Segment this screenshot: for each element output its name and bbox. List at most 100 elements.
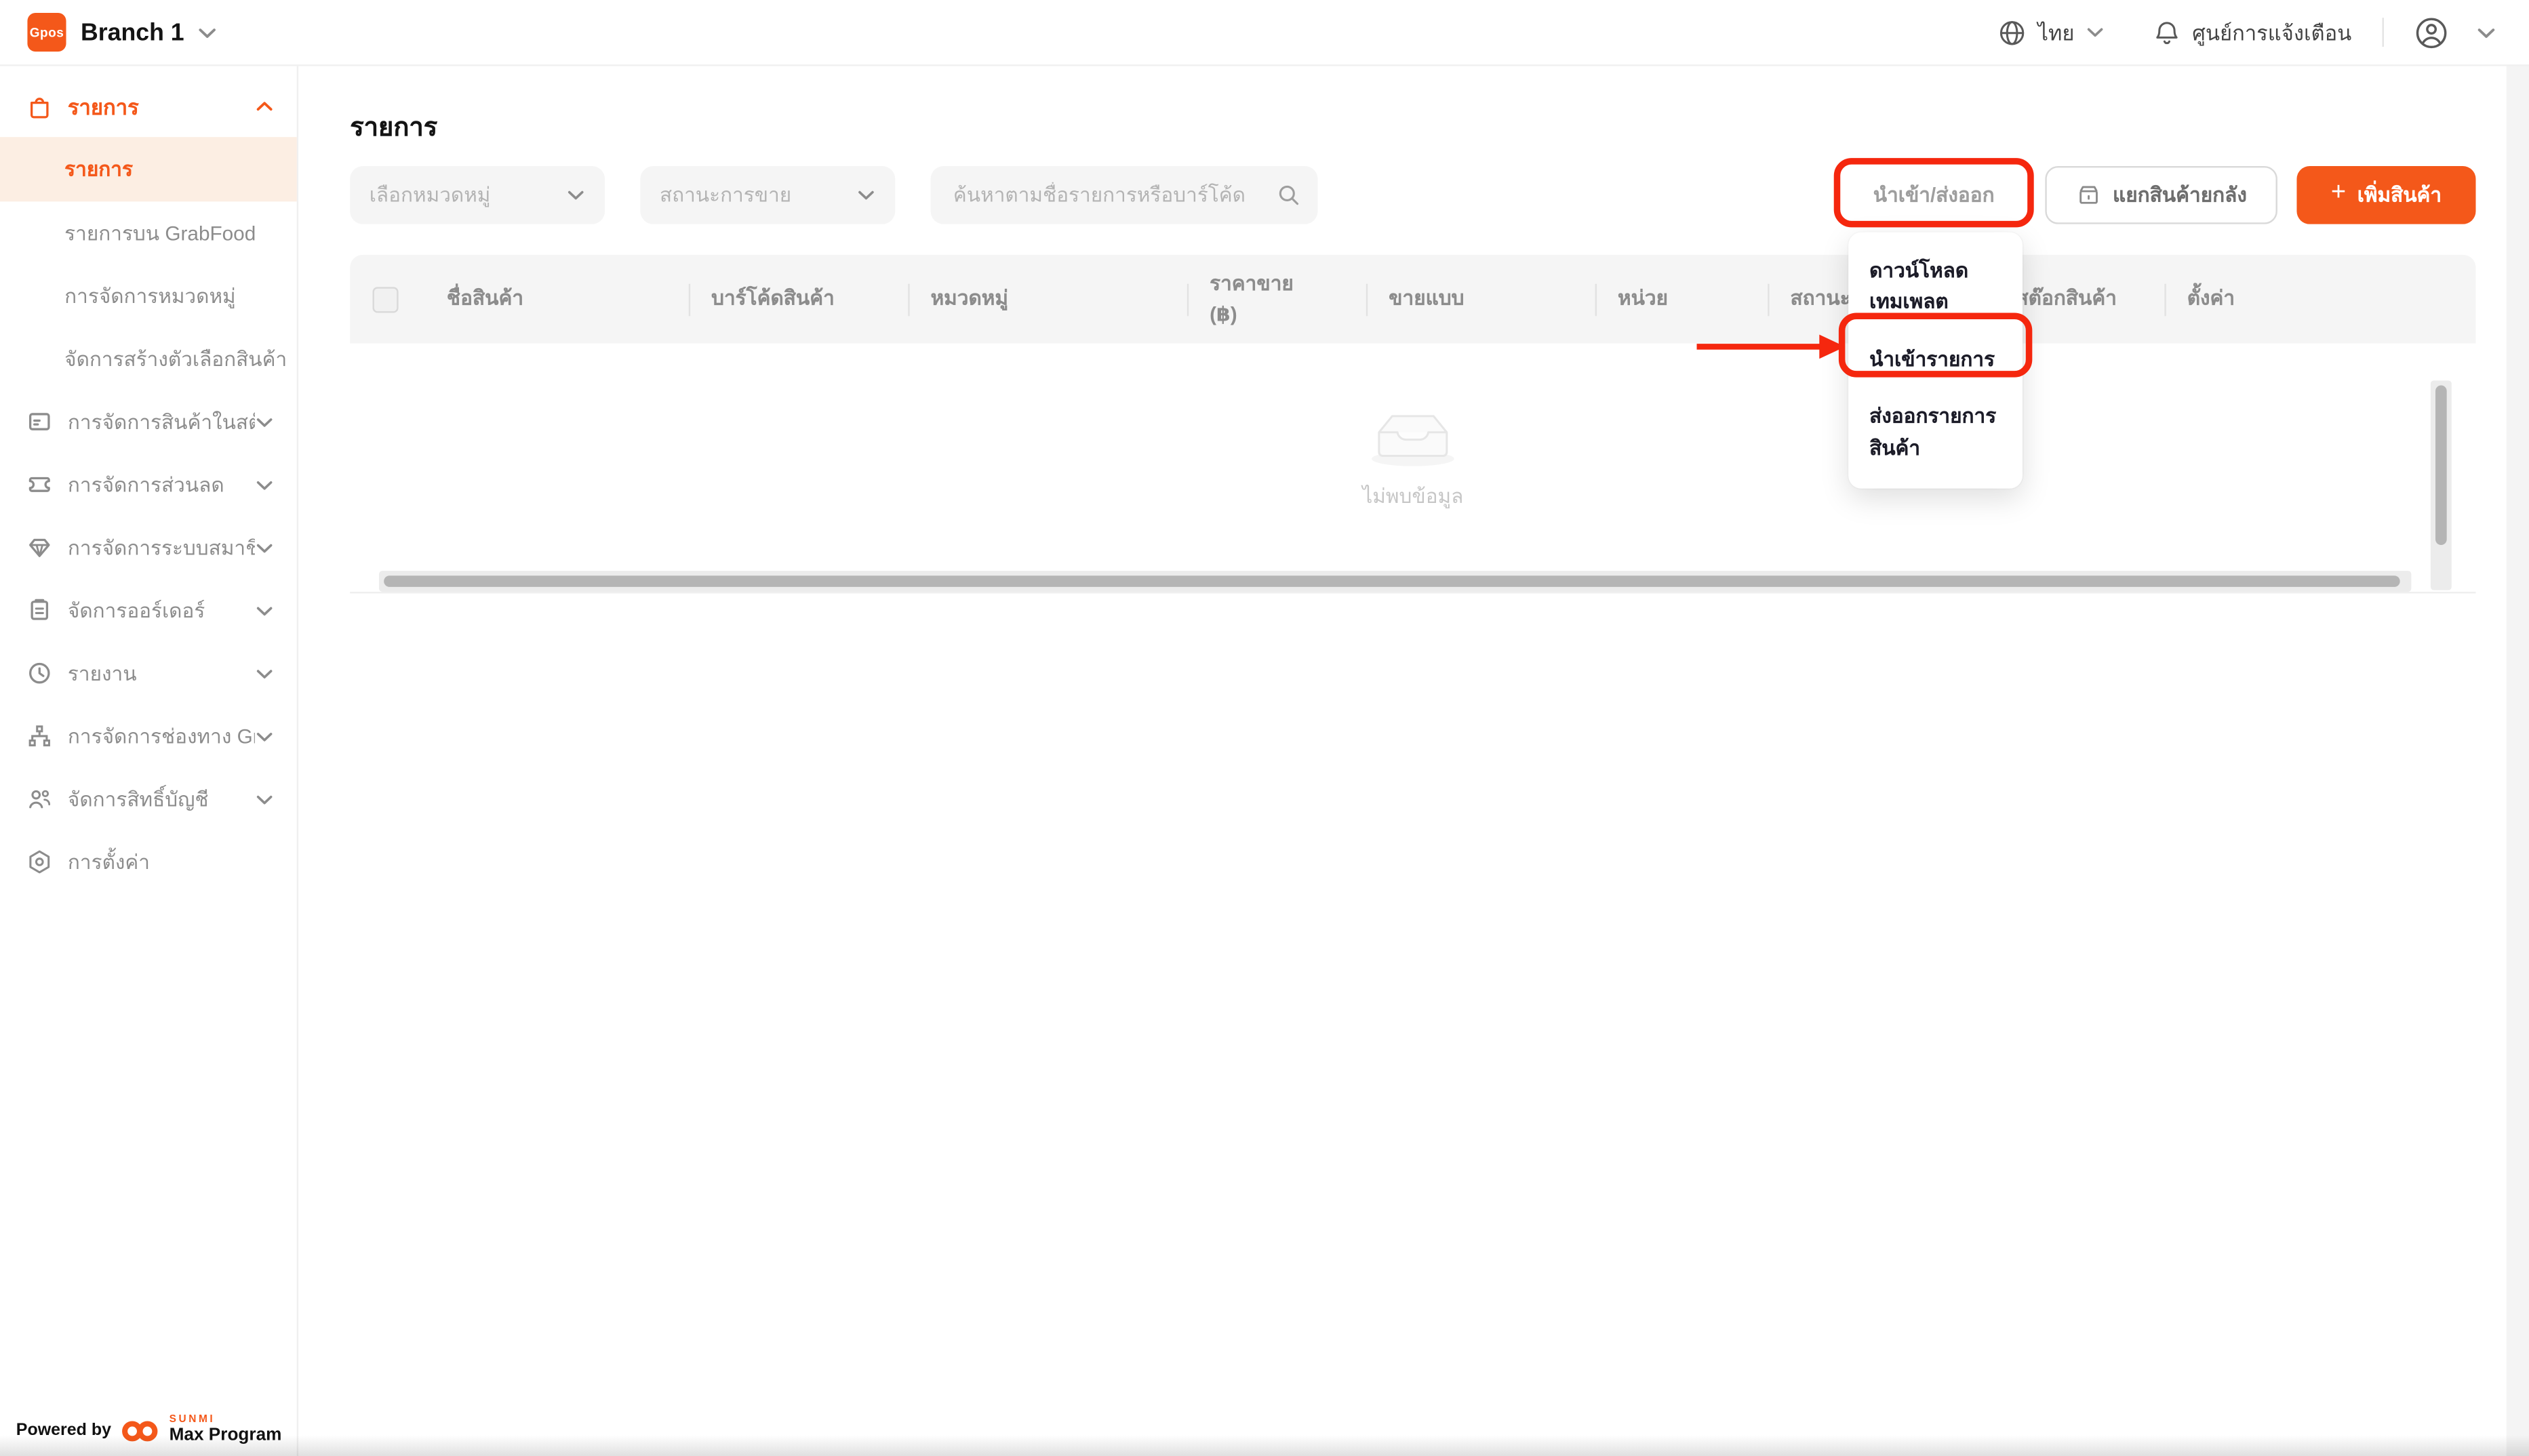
add-product-label: เพิ่มสินค้า xyxy=(2357,184,2442,207)
branch-chevron-down-icon[interactable] xyxy=(197,22,218,43)
sidebar-item-label: รายการบน GrabFood xyxy=(64,222,256,245)
notification-center[interactable]: ศูนย์การแจ้งเตือน xyxy=(2153,16,2351,49)
sidebar-item-label: การจัดการส่วนลด xyxy=(67,473,224,496)
horizontal-scrollbar-track xyxy=(379,571,2412,592)
search-icon[interactable] xyxy=(1276,182,1302,208)
topbar-right: ไทย ศูนย์การแจ้งเตือน xyxy=(1999,16,2529,49)
category-filter-placeholder: เลือกหมวดหมู่ xyxy=(369,184,491,207)
powered-by: Powered by sunmi Max Program xyxy=(16,1413,282,1445)
chevron-down-icon xyxy=(256,417,273,426)
sidebar-item-product-options[interactable]: จัดการสร้างตัวเลือกสินค้า xyxy=(0,327,297,390)
main-content: รายการ เลือกหมวดหมู่ สถานะการขาย นำเข้า/… xyxy=(298,66,2529,1456)
notification-label: ศูนย์การแจ้งเตือน xyxy=(2192,20,2352,45)
account-chevron-down-icon xyxy=(2477,28,2495,37)
sidebar-item-grab-channel-management[interactable]: การจัดการช่องทาง Gr... xyxy=(0,705,297,768)
sidebar-item-product-list[interactable]: รายการ xyxy=(0,137,297,202)
sidebar-item-reports[interactable]: รายงาน xyxy=(0,642,297,705)
vertical-scrollbar-track xyxy=(2430,380,2452,590)
split-case-button[interactable]: แยกสินค้ายกลัง xyxy=(2045,166,2277,224)
topbar: Gpos Branch 1 ไทย ศูนย์การแจ้งเตือน xyxy=(0,0,2529,66)
app-logo-text: Gpos xyxy=(29,24,64,40)
branch-name: Branch 1 xyxy=(80,18,184,46)
sidebar-item-label: จัดการออร์เดอร์ xyxy=(67,599,205,622)
sidebar-section-products[interactable]: รายการ xyxy=(0,76,297,137)
sidebar-item-discount-management[interactable]: การจัดการส่วนลด xyxy=(0,453,297,516)
max-program-label: Max Program xyxy=(169,1425,282,1445)
inventory-icon xyxy=(28,413,50,430)
search-input[interactable] xyxy=(950,182,1276,208)
sidebar-item-settings[interactable]: การตั้งค่า xyxy=(0,830,297,893)
section-chevron-up-icon xyxy=(256,102,273,111)
menu-item-import-products[interactable]: นำเข้ารายการ xyxy=(1848,331,2023,388)
vertical-scrollbar-thumb[interactable] xyxy=(2435,385,2447,546)
col-product-name: ชื่อสินค้า xyxy=(446,287,524,310)
clipboard-icon xyxy=(31,599,49,620)
sidebar-item-label: รายงาน xyxy=(67,662,137,685)
sunmi-infinity-logo-icon xyxy=(121,1420,158,1441)
account-menu[interactable] xyxy=(2414,16,2496,49)
globe-icon xyxy=(2000,20,2025,45)
users-icon xyxy=(29,790,51,809)
language-chevron-down-icon xyxy=(2088,28,2103,37)
sidebar-item-label: การตั้งค่า xyxy=(67,850,151,874)
sale-status-filter-select[interactable]: สถานะการขาย xyxy=(640,166,896,224)
gear-icon xyxy=(29,850,50,874)
menu-item-export-products[interactable]: ส่งออกรายการสินค้า xyxy=(1848,389,2023,477)
gem-icon xyxy=(28,538,50,557)
horizontal-scrollbar-thumb[interactable] xyxy=(384,575,2400,587)
chevron-down-icon xyxy=(256,543,273,552)
chevron-down-icon xyxy=(256,731,273,741)
language-label: ไทย xyxy=(2037,20,2075,45)
sidebar-item-order-management[interactable]: จัดการออร์เดอร์ xyxy=(0,579,297,642)
sidebar-item-label: การจัดการช่องทาง Gr... xyxy=(67,725,255,748)
toolbar: เลือกหมวดหมู่ สถานะการขาย นำเข้า/ส่งออก … xyxy=(350,166,2476,224)
sidebar-item-label: จัดการสร้างตัวเลือกสินค้า xyxy=(64,347,287,370)
sidebar-item-label: การจัดการระบบสมาชิก xyxy=(67,535,255,559)
select-all-checkbox[interactable] xyxy=(372,286,399,312)
sidebar-item-account-permissions[interactable]: จัดการสิทธิ์บัญชี xyxy=(0,767,297,830)
col-price: ราคาขาย (฿) xyxy=(1187,270,1366,328)
shopping-bag-icon xyxy=(31,97,49,118)
sidebar-item-label: การจัดการหมวดหมู่ xyxy=(64,284,236,308)
chevron-down-icon xyxy=(256,606,273,615)
avatar-icon xyxy=(2416,17,2447,47)
page-title: รายการ xyxy=(350,114,438,142)
table-empty-state: ไม่พบข้อมูล xyxy=(350,343,2476,568)
page-scrollbar-gutter xyxy=(2506,66,2529,1456)
sitemap-icon xyxy=(28,725,50,747)
sidebar-item-membership-management[interactable]: การจัดการระบบสมาชิก xyxy=(0,516,297,579)
col-sale-type: ขายแบบ xyxy=(1366,285,1595,314)
menu-item-download-template[interactable]: ดาวน์โหลดเทมเพลต xyxy=(1848,243,2023,331)
sidebar-section-label: รายการ xyxy=(67,94,139,119)
table-header: ชื่อสินค้า บาร์โค้ดสินค้า หมวดหมู่ ราคาข… xyxy=(350,254,2476,344)
empty-text: ไม่พบข้อมูล xyxy=(1362,484,1464,508)
select-all-cell xyxy=(350,286,424,312)
chevron-down-icon xyxy=(256,480,273,489)
sidebar-item-label: จัดการสิทธิ์บัญชี xyxy=(67,788,209,811)
sidebar-item-stock-management[interactable]: การจัดการสินค้าในสต๊... xyxy=(0,390,297,453)
sunmi-label: sunmi xyxy=(169,1413,216,1425)
col-settings: ตั้งค่า xyxy=(2164,285,2475,314)
search-box xyxy=(930,166,1318,224)
chevron-down-icon xyxy=(567,190,584,200)
plus-icon: + xyxy=(2330,179,2347,207)
bell-icon xyxy=(2156,21,2178,43)
app-window: Gpos Branch 1 ไทย ศูนย์การแจ้งเตือน รายก… xyxy=(0,0,2529,1456)
chevron-down-icon xyxy=(858,190,874,200)
category-filter-select[interactable]: เลือกหมวดหมู่ xyxy=(350,166,605,224)
split-case-label: แยกสินค้ายกลัง xyxy=(2113,184,2247,207)
chevron-down-icon xyxy=(256,669,273,678)
sidebar-item-label: รายการ xyxy=(64,158,133,181)
clock-icon xyxy=(28,662,50,684)
language-selector[interactable]: ไทย xyxy=(1999,16,2105,49)
empty-inbox-icon xyxy=(1372,414,1454,466)
add-product-button[interactable]: + เพิ่มสินค้า xyxy=(2296,166,2476,224)
toolbar-actions: นำเข้า/ส่งออก แยกสินค้ายกลัง + เพิ่มสินค… xyxy=(1841,166,2476,224)
sidebar-item-grabfood-list[interactable]: รายการบน GrabFood xyxy=(0,201,297,264)
import-export-button[interactable]: นำเข้า/ส่งออก xyxy=(1841,166,2026,224)
col-unit: หน่วย xyxy=(1595,285,1768,314)
sidebar-item-label: การจัดการสินค้าในสต๊... xyxy=(67,410,255,433)
ticket-icon xyxy=(28,477,50,492)
sidebar-item-category-management[interactable]: การจัดการหมวดหมู่ xyxy=(0,264,297,327)
sale-status-filter-placeholder: สถานะการขาย xyxy=(659,184,792,207)
